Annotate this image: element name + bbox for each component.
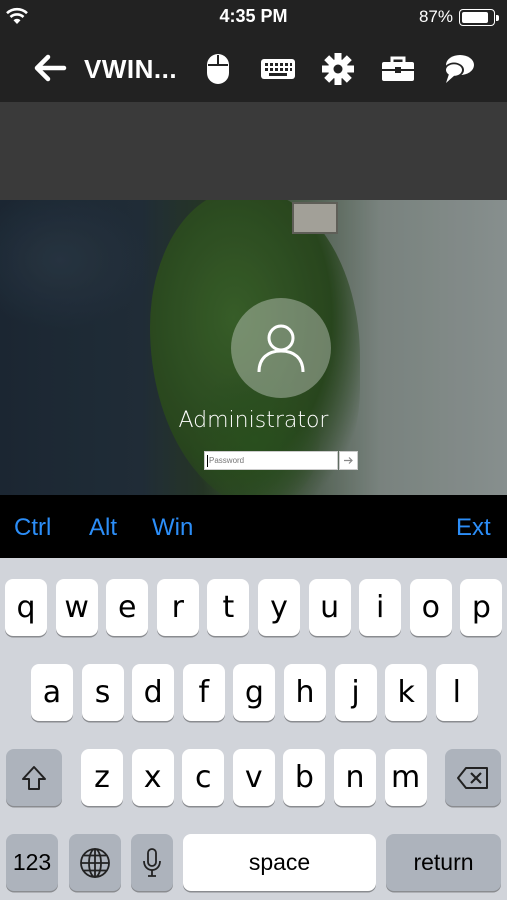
- keyboard-icon[interactable]: [258, 50, 298, 88]
- mouse-icon[interactable]: [198, 50, 238, 88]
- key-y[interactable]: y: [258, 579, 300, 636]
- key-z[interactable]: z: [81, 749, 123, 806]
- backspace-key[interactable]: [445, 749, 501, 806]
- back-arrow-icon[interactable]: [32, 52, 68, 84]
- key-l[interactable]: l: [435, 664, 478, 721]
- battery-percent: 87%: [418, 7, 453, 26]
- toolbar: VWIN...: [0, 36, 507, 102]
- globe-key[interactable]: [69, 834, 121, 891]
- space-key[interactable]: space: [183, 834, 376, 891]
- key-p[interactable]: p: [460, 579, 503, 636]
- gear-icon[interactable]: [318, 50, 358, 88]
- chat-bubbles-icon[interactable]: [438, 50, 478, 88]
- password-field[interactable]: Password: [204, 451, 338, 470]
- submit-arrow-button[interactable]: [339, 451, 358, 470]
- globe-icon: [80, 847, 110, 878]
- key-x[interactable]: x: [131, 749, 174, 806]
- key-r[interactable]: r: [156, 579, 199, 636]
- key-c[interactable]: c: [182, 749, 225, 806]
- connection-title: VWIN...: [84, 54, 178, 84]
- key-t[interactable]: t: [207, 579, 250, 636]
- key-g[interactable]: g: [233, 664, 276, 721]
- dictation-key[interactable]: [131, 834, 173, 891]
- key-v[interactable]: v: [232, 749, 275, 806]
- numbers-key[interactable]: 123: [6, 834, 58, 891]
- key-k[interactable]: k: [385, 664, 428, 721]
- remote-desktop-view[interactable]: Administrator Password: [0, 200, 507, 495]
- key-w[interactable]: w: [55, 579, 98, 636]
- return-key[interactable]: return: [386, 834, 501, 891]
- password-placeholder: Password: [209, 456, 245, 465]
- ext-key[interactable]: Ext: [456, 514, 491, 542]
- key-h[interactable]: h: [284, 664, 326, 721]
- key-u[interactable]: u: [308, 579, 351, 636]
- key-j[interactable]: j: [334, 664, 377, 721]
- key-i[interactable]: i: [359, 579, 402, 636]
- microphone-icon: [143, 847, 161, 877]
- key-o[interactable]: o: [409, 579, 452, 636]
- key-n[interactable]: n: [334, 749, 376, 806]
- shift-arrow-icon: [22, 765, 46, 790]
- remote-letterbox: [0, 102, 507, 200]
- alt-key[interactable]: Alt: [89, 514, 117, 542]
- user-icon: [257, 324, 305, 373]
- status-bar: 4:35 PM 87%: [0, 0, 507, 36]
- arrow-right-icon: [344, 457, 353, 464]
- login-username: Administrator: [178, 408, 329, 433]
- ctrl-key[interactable]: Ctrl: [14, 514, 51, 542]
- backspace-icon: [457, 766, 488, 789]
- modifier-key-bar: Ctrl Alt Win Ext: [0, 495, 507, 558]
- key-q[interactable]: q: [5, 579, 47, 636]
- key-b[interactable]: b: [283, 749, 326, 806]
- key-f[interactable]: f: [182, 664, 225, 721]
- toolbox-icon[interactable]: [378, 50, 418, 88]
- battery-icon: [459, 9, 499, 26]
- key-m[interactable]: m: [384, 749, 427, 806]
- key-a[interactable]: a: [31, 664, 73, 721]
- key-d[interactable]: d: [132, 664, 175, 721]
- shift-key[interactable]: [6, 749, 62, 806]
- user-avatar: [231, 298, 331, 398]
- key-s[interactable]: s: [81, 664, 124, 721]
- key-e[interactable]: e: [106, 579, 149, 636]
- onscreen-keyboard: 123 space return qwertyuiop asdfghjkl zxcv…: [0, 558, 507, 900]
- win-key[interactable]: Win: [152, 514, 193, 542]
- text-caret: [207, 455, 208, 467]
